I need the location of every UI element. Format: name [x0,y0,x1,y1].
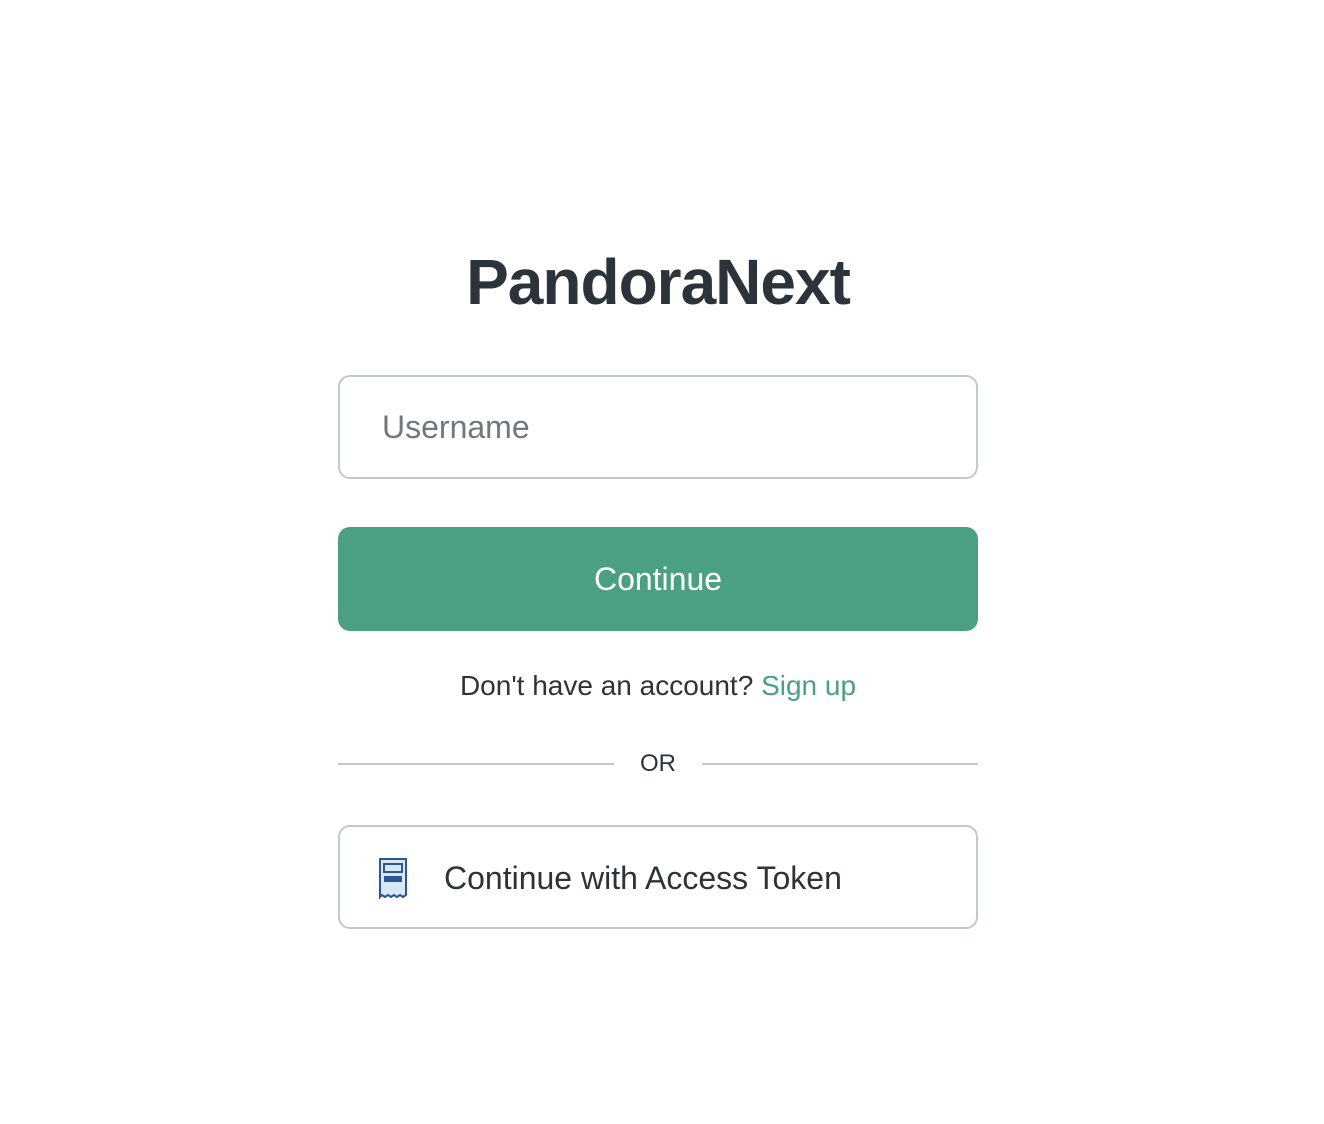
divider-line-right [702,763,978,765]
access-token-button[interactable]: Continue with Access Token [338,825,978,929]
or-divider: OR [338,746,978,782]
page-title: PandoraNext [466,246,851,318]
no-account-text: Don't have an account? [459,670,754,701]
continue-button[interactable]: Continue [338,527,978,631]
receipt-icon [379,858,407,899]
divider-text: OR [640,750,676,777]
access-token-label: Continue with Access Token [444,860,842,896]
login-page: PandoraNext Continue Don't have an accou… [0,0,1324,1124]
signup-prompt: Don't have an account? Sign up [338,666,978,706]
signup-link[interactable]: Sign up [761,670,856,701]
divider-line-left [338,763,614,765]
username-field[interactable] [338,375,978,479]
username-input[interactable] [340,377,976,477]
